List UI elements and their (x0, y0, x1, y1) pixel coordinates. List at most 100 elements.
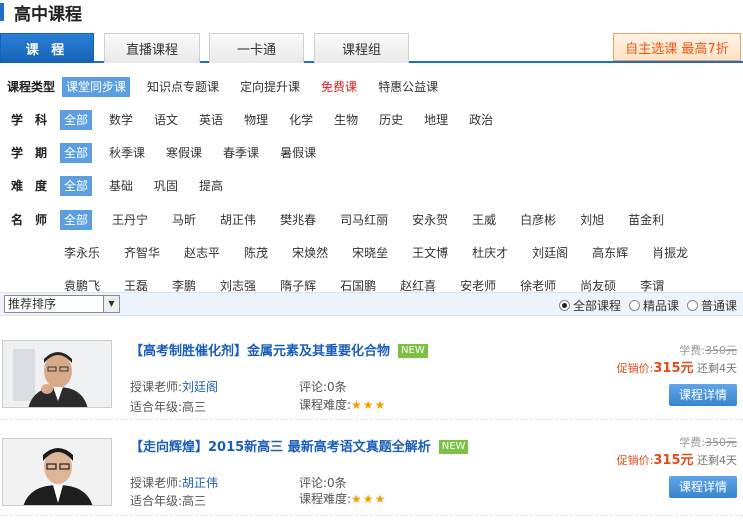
filter-option-teacher[interactable]: 李永乐 (60, 243, 104, 263)
filter-option-teacher[interactable]: 白彦彬 (516, 210, 560, 230)
filter-option-subject[interactable]: 政治 (465, 110, 497, 130)
filter-option-difficulty[interactable]: 巩固 (150, 176, 182, 196)
filter-panel: 课程类型 课堂同步课 知识点专题课 定向提升课 免费课 特惠公益课 学科 全部 数学 语文英… (0, 65, 743, 293)
grade-label: 适合年级: (130, 494, 183, 508)
teacher-link[interactable]: 胡正伟 (182, 476, 218, 490)
price-block: 学费:350元 促销价:315元 还剩4天 课程详情 (617, 342, 737, 406)
filter-option-teacher[interactable]: 苗金利 (624, 210, 668, 230)
teacher-link[interactable]: 刘廷阁 (182, 380, 218, 394)
radio-label: 普通课 (700, 299, 737, 313)
filter-option-subject[interactable]: 地理 (420, 110, 452, 130)
filter-option-teacher[interactable]: 司马红丽 (336, 210, 392, 230)
tab-course-group[interactable]: 课程组 (314, 33, 409, 63)
sort-bar: 推荐排序 ▼ 全部课程 精品课 普通课 (0, 292, 743, 316)
radio-regular-courses[interactable]: 普通课 (686, 297, 737, 314)
filter-option-subject[interactable]: 数学 (105, 110, 137, 130)
filter-option-difficulty[interactable]: 基础 (105, 176, 137, 196)
filter-option-teacher[interactable]: 杜庆才 (468, 243, 512, 263)
filter-option-subject[interactable]: 英语 (195, 110, 227, 130)
filter-option-teacher[interactable]: 刘廷阁 (528, 243, 572, 263)
radio-label: 精品课 (642, 299, 679, 313)
filter-option-teacher[interactable]: 全部 (60, 210, 93, 230)
filter-options-difficulty: 全部 基础 巩固 提高 (60, 176, 740, 209)
page-title-text: 高中课程 (14, 4, 82, 25)
promo-label: 促销价: (616, 454, 654, 467)
new-badge: NEW (398, 344, 428, 358)
star-rating-icon: ★★★ (351, 398, 387, 412)
filter-option-subject[interactable]: 化学 (285, 110, 317, 130)
difficulty-info: 课程难度:★★★ (299, 396, 386, 413)
filter-option-subject[interactable]: 历史 (375, 110, 407, 130)
filter-option-teacher[interactable]: 马昕 (168, 210, 200, 230)
filter-row-term: 学期 全部 秋季课 寒假课 春季课 暑假课 (0, 143, 740, 176)
filter-option-teacher[interactable]: 安永贺 (408, 210, 452, 230)
original-price-value: 350元 (705, 436, 737, 449)
filter-option-teacher[interactable]: 陈茂 (240, 243, 272, 263)
teacher-photo-image (3, 439, 111, 505)
price-block: 学费:350元 促销价:315元 还剩4天 课程详情 (617, 434, 737, 498)
filter-option-type[interactable]: 定向提升课 (236, 77, 304, 97)
original-price: 学费:350元 (617, 434, 737, 452)
filter-option-subject[interactable]: 物理 (240, 110, 272, 130)
filter-option-type[interactable]: 免费课 (317, 77, 361, 97)
filter-row-subject: 学科 全部 数学 语文 英语 物理 化学 生物 历史 地理 政治 (0, 110, 740, 143)
self-select-promo-button[interactable]: 自主选课 最高7折 (613, 33, 741, 61)
filter-option-teacher[interactable]: 王丹宁 (108, 210, 152, 230)
sort-select[interactable]: 推荐排序 ▼ (4, 295, 120, 313)
filter-label-term: 学期 (10, 146, 59, 160)
filter-option-term[interactable]: 春季课 (219, 143, 263, 163)
filter-option-teacher[interactable]: 赵志平 (180, 243, 224, 263)
tab-courses[interactable]: 课 程 (0, 33, 94, 63)
promo-price: 促销价:315元 还剩4天 (617, 360, 737, 378)
course-title-link[interactable]: 【走向辉煌】2015新高三 最新高考语文真题全解析 NEW (130, 436, 469, 455)
filter-option-term[interactable]: 寒假课 (162, 143, 206, 163)
teacher-label: 授课老师: (130, 380, 183, 394)
course-detail-button[interactable]: 课程详情 (669, 476, 737, 498)
filter-option-subject[interactable]: 全部 (60, 110, 93, 130)
teacher-label: 授课老师: (130, 476, 183, 490)
filter-option-term[interactable]: 秋季课 (105, 143, 149, 163)
filter-option-teacher[interactable]: 宋焕然 (288, 243, 332, 263)
tab-one-card[interactable]: 一卡通 (209, 33, 304, 63)
filter-option-difficulty[interactable]: 全部 (60, 176, 93, 196)
filter-option-teacher[interactable]: 高东辉 (588, 243, 632, 263)
filter-option-type[interactable]: 特惠公益课 (374, 77, 442, 97)
teacher-photo[interactable] (2, 340, 112, 408)
filter-option-teacher[interactable]: 齐智华 (120, 243, 164, 263)
filter-option-teacher[interactable]: 刘旭 (576, 210, 608, 230)
filter-option-term[interactable]: 暑假课 (276, 143, 320, 163)
filter-option-term[interactable]: 全部 (60, 143, 93, 163)
tab-bar: 课 程 直播课程 一卡通 课程组 自主选课 最高7折 (0, 33, 743, 63)
filter-option-teacher[interactable]: 樊兆春 (276, 210, 320, 230)
remaining-days: 还剩4天 (697, 362, 737, 375)
filter-option-type[interactable]: 知识点专题课 (143, 77, 223, 97)
filter-option-type[interactable]: 课堂同步课 (62, 77, 131, 97)
radio-premium-courses[interactable]: 精品课 (628, 297, 679, 314)
course-kind-radios: 全部课程 精品课 普通课 (558, 297, 737, 314)
fee-label: 学费: (679, 344, 705, 357)
filter-option-subject[interactable]: 生物 (330, 110, 362, 130)
filter-label-teacher: 名师 (10, 213, 59, 227)
course-detail-button[interactable]: 课程详情 (669, 384, 737, 406)
filter-option-teacher[interactable]: 王文博 (408, 243, 452, 263)
filter-options-subject: 全部 数学 语文 英语 物理 化学 生物 历史 地理 政治 (60, 110, 740, 143)
filter-option-difficulty[interactable]: 提高 (195, 176, 227, 196)
grade-value: 高三 (182, 400, 207, 414)
course-title-link[interactable]: 【高考制胜催化剂】金属元素及其重要化合物 NEW (130, 340, 428, 359)
star-rating-icon: ★★★ (351, 492, 387, 506)
filter-option-subject[interactable]: 语文 (150, 110, 182, 130)
tab-live-courses[interactable]: 直播课程 (104, 33, 200, 63)
teacher-photo[interactable] (2, 438, 112, 506)
filter-option-teacher[interactable]: 宋晓垒 (348, 243, 392, 263)
original-price: 学费:350元 (617, 342, 737, 360)
filter-options-type: 课堂同步课 知识点专题课 定向提升课 免费课 特惠公益课 (62, 77, 742, 110)
comment-count: 评论:0条 (299, 380, 347, 394)
difficulty-label: 课程难度: (299, 398, 352, 412)
difficulty-info: 课程难度:★★★ (299, 490, 386, 507)
teacher-info: 授课老师:胡正伟 (130, 474, 218, 491)
filter-option-teacher[interactable]: 胡正伟 (216, 210, 260, 230)
filter-option-teacher[interactable]: 肖振龙 (648, 243, 692, 263)
radio-all-courses[interactable]: 全部课程 (558, 297, 621, 314)
promo-price-value: 315元 (653, 361, 694, 376)
filter-option-teacher[interactable]: 王威 (468, 210, 500, 230)
